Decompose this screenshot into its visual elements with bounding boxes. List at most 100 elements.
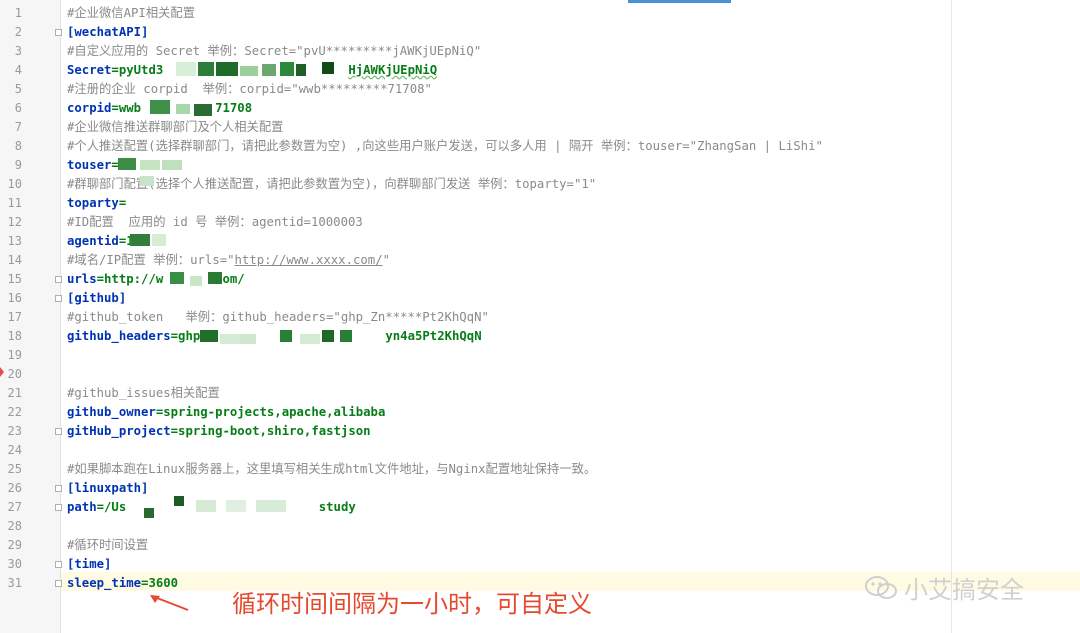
code-token: id (172, 215, 188, 229)
code-text: #注册的企业 corpid 举例：corpid="wwb*********717… (67, 80, 432, 99)
code-token: =spring-projects,apache,alibaba (155, 405, 386, 419)
code-text: #如果脚本跑在Linux服务器上，这里填写相关生成html文件地址，与Nginx… (67, 460, 596, 479)
code-line[interactable]: 22 github_owner=spring-projects,apache,al… (0, 403, 1080, 422)
code-token: 71708 (215, 101, 253, 115)
code-token: 举例： (200, 44, 245, 58)
code-token: #域名/ (67, 253, 107, 267)
code-token: =ghp (170, 329, 201, 343)
code-token: 举例： (187, 82, 240, 96)
redaction-block (130, 234, 150, 246)
code-token: github_headers (67, 329, 171, 343)
redaction-block (170, 272, 184, 284)
code-token: #自定义应用的 (67, 44, 156, 58)
code-line[interactable]: 3 #自定义应用的 Secret 举例：Secret="pvU*********j… (0, 42, 1080, 61)
code-token: yn4a5Pt2KhQqN (385, 329, 482, 343)
code-text: gitHub_project=spring-boot,shiro,fastjso… (67, 422, 371, 441)
code-token: #群聊部门配置(选择个人推送配置，请把此参数置为空)，向群聊部门发送 举例： (67, 177, 515, 191)
code-line[interactable]: 10 #群聊部门配置(选择个人推送配置，请把此参数置为空)，向群聊部门发送 举例：… (0, 175, 1080, 194)
fold-marker-icon[interactable] (55, 29, 62, 36)
code-text: #域名/IP配置 举例：urls="http://www.xxxx.com/" (67, 251, 390, 270)
fold-marker-icon[interactable] (55, 276, 62, 283)
wechat-icon (865, 575, 897, 599)
code-text: #企业微信推送群聊部门及个人相关配置 (67, 118, 283, 137)
code-token: #ID (67, 215, 90, 229)
code-token: [wechatAPI] (67, 25, 149, 39)
code-line[interactable]: 5 #注册的企业 corpid 举例：corpid="wwb*********71… (0, 80, 1080, 99)
code-line[interactable]: 28 (0, 517, 1080, 536)
code-line[interactable]: 29 #循环时间设置 (0, 536, 1080, 555)
code-token: touser="ZhangSan | LiShi" (637, 139, 823, 153)
fold-marker-icon[interactable] (55, 428, 62, 435)
code-token: http://www.xxxx.com/ (234, 253, 383, 267)
code-token: =spring-boot,shiro,fastjson (170, 424, 371, 438)
line-number: 16 (7, 291, 22, 305)
code-line[interactable]: 19 (0, 346, 1080, 365)
line-number: 13 (7, 234, 22, 248)
fold-marker-icon[interactable] (55, 580, 62, 587)
redaction-block (174, 496, 184, 506)
code-token: =http://w (96, 272, 164, 286)
code-line[interactable]: 12 #ID配置 应用的 id 号 举例：agentid=1000003 (0, 213, 1080, 232)
code-token: path (67, 500, 97, 514)
code-token: agentid (67, 234, 119, 248)
fold-marker-icon[interactable] (55, 295, 62, 302)
line-number: 28 (7, 519, 22, 533)
code-token: 服务器上，这里填写相关生成 (185, 462, 346, 476)
code-line[interactable]: 24 (0, 441, 1080, 460)
code-line[interactable]: 25 #如果脚本跑在Linux服务器上，这里填写相关生成html文件地址，与Ngi… (0, 460, 1080, 479)
code-line[interactable]: 15 urls=http://w om/ (0, 270, 1080, 289)
line-number: 12 (7, 215, 22, 229)
code-line[interactable]: 27 path=/Us study (0, 498, 1080, 517)
code-token: Linux (148, 462, 186, 476)
code-token: 相关配置 (170, 386, 220, 400)
code-token: html (345, 462, 375, 476)
code-token: =pyUtd3 (111, 63, 164, 77)
redaction-block (340, 330, 352, 342)
code-line[interactable]: 14 #域名/IP配置 举例：urls="http://www.xxxx.com/… (0, 251, 1080, 270)
code-token: 举例： (163, 310, 223, 324)
code-line[interactable]: 26 [linuxpath] (0, 479, 1080, 498)
code-token: corpid (67, 101, 112, 115)
code-line[interactable]: 11 toparty= (0, 194, 1080, 213)
redaction-block (176, 104, 190, 114)
code-token: github_headers="ghp_Zn*****Pt2KhQqN" (222, 310, 489, 324)
watermark-text: 小艾搞安全 (904, 576, 1024, 604)
code-line[interactable]: 20 (0, 365, 1080, 384)
line-number: 23 (7, 424, 22, 438)
code-token: 相关配置 (145, 6, 196, 20)
code-line[interactable]: 17 #github_token 举例：github_headers="ghp_Z… (0, 308, 1080, 327)
code-token: github_owner (67, 405, 156, 419)
code-line[interactable]: 7 #企业微信推送群聊部门及个人相关配置 (0, 118, 1080, 137)
code-token: API (123, 6, 146, 20)
redaction-block (150, 100, 170, 114)
code-line[interactable]: 21 #github_issues相关配置 (0, 384, 1080, 403)
redaction-block (176, 62, 196, 76)
code-text: github_owner=spring-projects,apache,alib… (67, 403, 385, 422)
code-token: Secret="pvU*********jAWKjUEpNiQ" (244, 44, 482, 58)
code-token: toparty="1" (514, 177, 597, 191)
code-token: #注册的企业 (67, 82, 144, 96)
redaction-block (198, 62, 214, 76)
code-line[interactable]: 23 gitHub_project=spring-boot,shiro,fastj… (0, 422, 1080, 441)
code-token: #个人推送配置(选择群聊部门，请把此参数置为空) ,向这些用户账户发送，可以多人… (67, 139, 638, 153)
code-token: 配置 举例： (121, 253, 191, 267)
line-number: 6 (14, 101, 22, 115)
code-line[interactable]: 16 [github] (0, 289, 1080, 308)
line-number: 24 (7, 443, 22, 457)
line-number: 3 (14, 44, 22, 58)
code-token: =wwb (111, 101, 142, 115)
fold-marker-icon[interactable] (55, 504, 62, 511)
fold-marker-icon[interactable] (55, 561, 62, 568)
redaction-block (190, 276, 202, 286)
code-line[interactable]: 2 [wechatAPI] (0, 23, 1080, 42)
code-line[interactable]: 4 Secret=pyUtd3 HjAWKjUEpNiQ (0, 61, 1080, 80)
code-line[interactable]: 8 #个人推送配置(选择群聊部门，请把此参数置为空) ,向这些用户账户发送，可以多… (0, 137, 1080, 156)
code-line[interactable]: 1 #企业微信API相关配置 (0, 4, 1080, 23)
redaction-block (240, 334, 256, 344)
line-number: 21 (7, 386, 22, 400)
code-text: #github_issues相关配置 (67, 384, 220, 403)
code-line[interactable]: 18 github_headers=ghp yn4a5Pt2KhQqN (0, 327, 1080, 346)
scroll-indicator (628, 0, 731, 3)
fold-marker-icon[interactable] (55, 485, 62, 492)
code-token: =3600 (141, 576, 179, 590)
